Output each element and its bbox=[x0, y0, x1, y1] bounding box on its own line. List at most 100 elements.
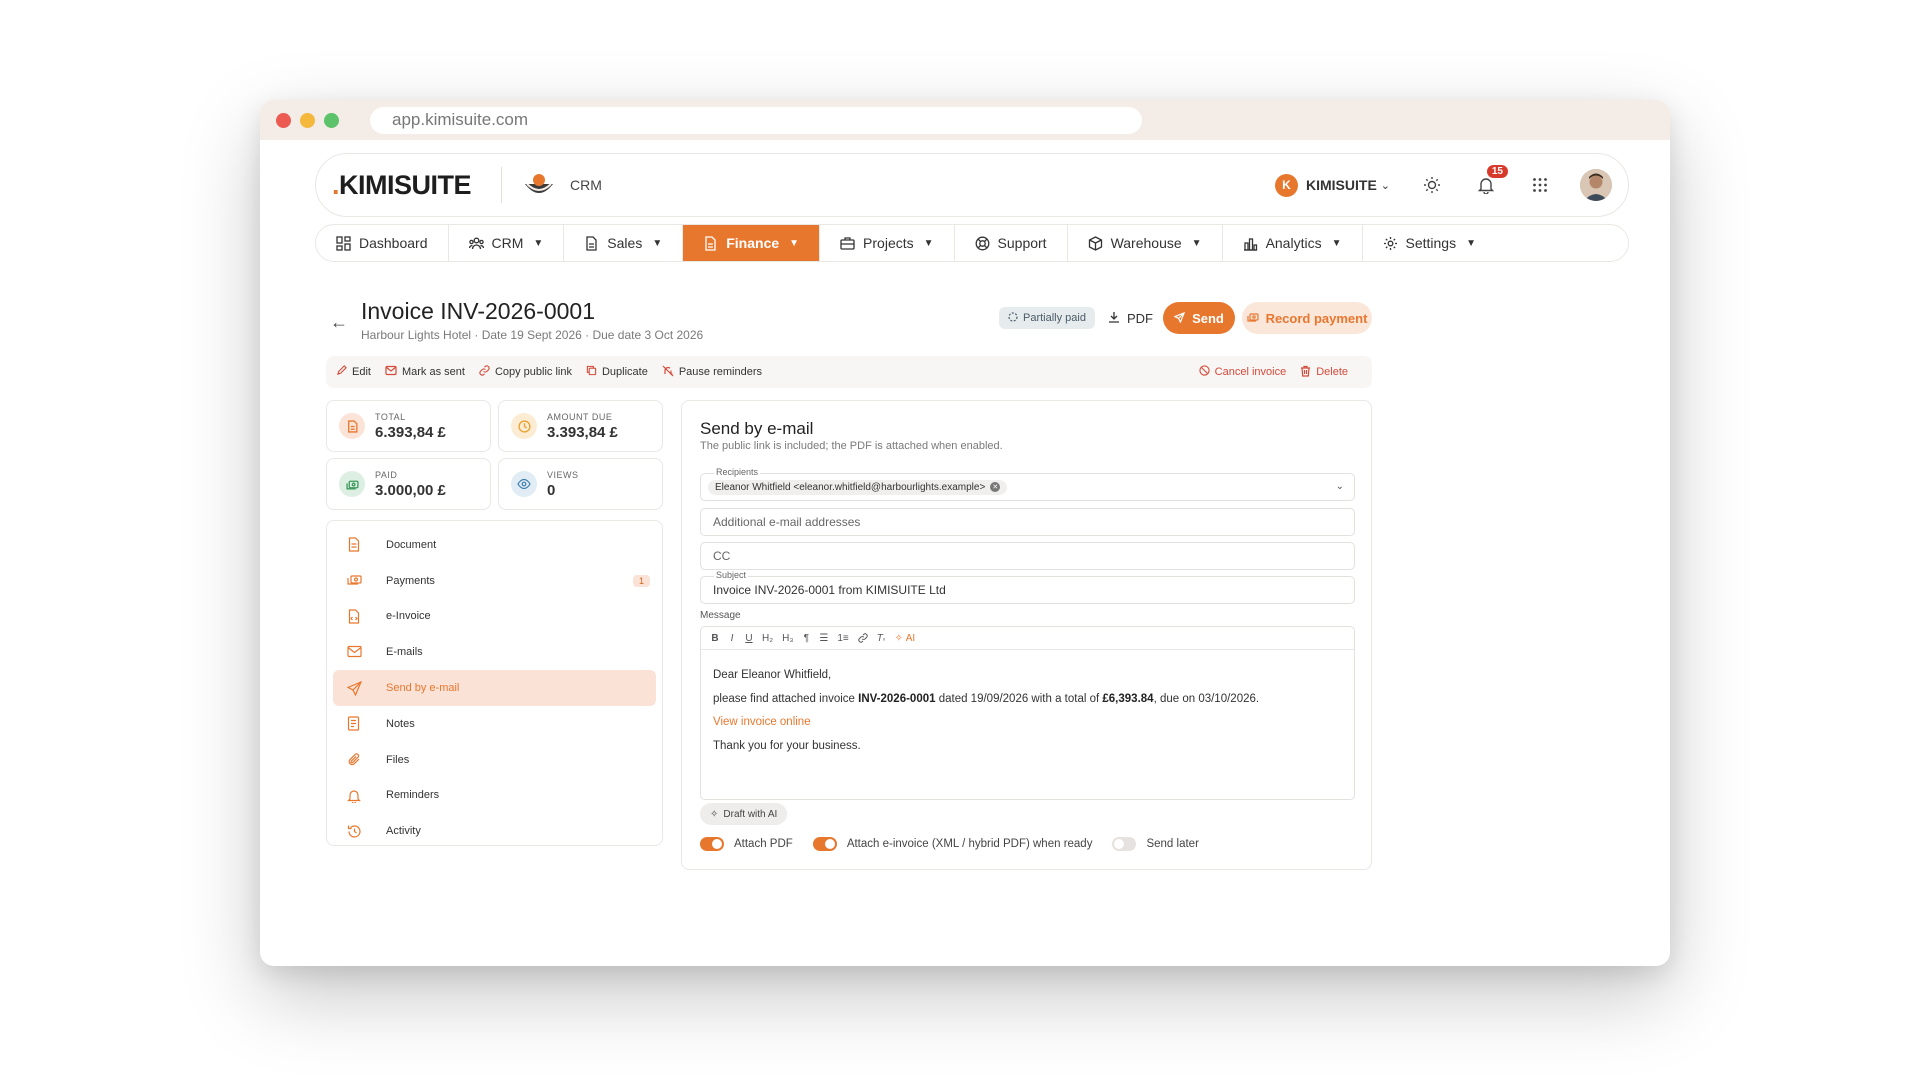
additional-emails-input[interactable]: Additional e-mail addresses bbox=[700, 508, 1355, 536]
duplicate-button[interactable]: Duplicate bbox=[586, 365, 648, 379]
side-item-activity[interactable]: Activity bbox=[333, 813, 656, 845]
side-item-payments[interactable]: Payments 1 bbox=[333, 563, 656, 599]
side-item-files[interactable]: Files bbox=[333, 742, 656, 778]
delete-button[interactable]: Delete bbox=[1300, 365, 1348, 380]
attach-e-invoice-toggle[interactable] bbox=[812, 837, 837, 851]
mail-icon bbox=[385, 365, 397, 379]
bold-button[interactable]: B bbox=[711, 633, 719, 644]
side-item-e-invoice[interactable]: e-Invoice bbox=[333, 599, 656, 635]
ai-assist-button[interactable]: ✧ AI bbox=[895, 633, 916, 644]
company-name: KIMISUITE bbox=[1306, 177, 1377, 193]
crm-module-logo-icon[interactable] bbox=[522, 168, 556, 202]
stat-label: TOTAL bbox=[375, 411, 406, 422]
send-email-panel: Send by e-mail The public link is includ… bbox=[681, 400, 1372, 870]
nav-label: CRM bbox=[491, 235, 524, 251]
back-arrow-icon[interactable]: ← bbox=[330, 312, 348, 333]
attachment-toggles: Attach PDF Attach e-invoice (XML / hybri… bbox=[700, 837, 1211, 851]
underline-button[interactable]: U bbox=[745, 633, 753, 644]
page-subtitle: Harbour Lights Hotel · Date 19 Sept 2026… bbox=[361, 328, 704, 342]
payments-count-badge: 1 bbox=[632, 574, 650, 587]
pause-reminders-button[interactable]: Pause reminders bbox=[662, 365, 762, 380]
edit-button[interactable]: Edit bbox=[336, 365, 371, 379]
chevron-down-icon: ▼ bbox=[1191, 237, 1202, 249]
theme-toggle-sun-icon[interactable] bbox=[1420, 173, 1444, 197]
cc-input[interactable]: CC bbox=[700, 542, 1355, 570]
recipient-chip: Eleanor Whitfield <eleanor.whitfield@har… bbox=[708, 479, 1008, 495]
nav-sales[interactable]: Sales ▼ bbox=[564, 225, 684, 261]
side-item-notes[interactable]: Notes bbox=[333, 706, 656, 742]
field-label: Recipients bbox=[714, 467, 761, 477]
stat-label: PAID bbox=[375, 469, 398, 480]
company-switcher[interactable]: K KIMISUITE ⌄ bbox=[1275, 173, 1390, 197]
sparkle-icon: ✧ bbox=[710, 808, 719, 820]
cancel-invoice-button[interactable]: Cancel invoice bbox=[1199, 365, 1286, 379]
insert-link-icon[interactable] bbox=[858, 633, 868, 643]
nav-analytics[interactable]: Analytics ▼ bbox=[1223, 225, 1363, 261]
editor-toolbar: B I U H₂ H₃ ¶ ☰ 1≡ Tₓ ✧ AI bbox=[701, 627, 1354, 650]
sparkle-icon: ✧ bbox=[894, 632, 903, 644]
nav-settings[interactable]: Settings ▼ bbox=[1363, 225, 1497, 261]
copy-public-link-button[interactable]: Copy public link bbox=[479, 365, 572, 379]
paragraph-button[interactable]: ¶ bbox=[802, 633, 810, 644]
browser-window: app.kimisuite.com .KIMISUITE CRM K KIMIS… bbox=[260, 100, 1670, 966]
stat-label: AMOUNT DUE bbox=[547, 411, 613, 422]
nav-warehouse[interactable]: Warehouse ▼ bbox=[1068, 225, 1223, 261]
stat-value: 3.000,00 £ bbox=[375, 481, 446, 499]
minimize-window-button[interactable] bbox=[300, 112, 315, 128]
message-editor[interactable]: B I U H₂ H₃ ¶ ☰ 1≡ Tₓ ✧ AI Dear Eleanor … bbox=[700, 626, 1355, 800]
clock-icon bbox=[511, 413, 537, 439]
side-item-document[interactable]: Document bbox=[333, 527, 656, 563]
close-window-button[interactable] bbox=[276, 112, 291, 128]
maximize-window-button[interactable] bbox=[324, 112, 339, 128]
view-invoice-online-link[interactable]: View invoice online bbox=[713, 711, 1342, 735]
invoice-side-menu: Document Payments 1 e-Invoice E-mails Se… bbox=[326, 520, 663, 846]
download-pdf-button[interactable]: PDF bbox=[1108, 306, 1153, 330]
nav-dashboard[interactable]: Dashboard bbox=[316, 225, 449, 261]
message-line: please find attached invoice INV-2026-00… bbox=[713, 692, 1260, 705]
side-item-reminders[interactable]: Reminders bbox=[333, 778, 656, 814]
nav-crm[interactable]: CRM ▼ bbox=[449, 225, 565, 261]
record-payment-button[interactable]: Record payment bbox=[1242, 302, 1372, 334]
chevron-down-icon: ▼ bbox=[652, 237, 663, 249]
mark-as-sent-button[interactable]: Mark as sent bbox=[385, 365, 465, 379]
bullet-list-button[interactable]: ☰ bbox=[819, 633, 828, 644]
page-title: Invoice INV-2026-0001 bbox=[361, 298, 595, 324]
ban-icon bbox=[1199, 365, 1210, 379]
nav-projects[interactable]: Projects ▼ bbox=[820, 225, 955, 261]
chevron-down-icon: ▼ bbox=[923, 237, 934, 249]
send-button[interactable]: Send bbox=[1163, 302, 1235, 334]
draft-with-ai-button[interactable]: ✧ Draft with AI bbox=[700, 803, 788, 825]
apps-grid-icon[interactable] bbox=[1528, 173, 1552, 197]
chevron-down-icon: ▼ bbox=[533, 237, 544, 249]
user-avatar[interactable] bbox=[1580, 169, 1612, 201]
italic-button[interactable]: I bbox=[728, 633, 736, 644]
stat-card-total: TOTAL 6.393,84 £ bbox=[326, 400, 491, 452]
invoice-action-bar: Edit Mark as sent Copy public link Dupli… bbox=[326, 356, 1372, 388]
address-bar[interactable]: app.kimisuite.com bbox=[370, 106, 1142, 134]
subject-input[interactable]: Subject Invoice INV-2026-0001 from KIMIS… bbox=[700, 570, 1355, 604]
nav-finance[interactable]: Finance ▼ bbox=[683, 225, 821, 261]
nav-label: Sales bbox=[607, 235, 643, 251]
stat-value: 6.393,84 £ bbox=[375, 423, 446, 441]
attach-pdf-toggle[interactable] bbox=[700, 837, 724, 851]
cash-icon bbox=[347, 573, 362, 588]
message-body[interactable]: Dear Eleanor Whitfield, please find atta… bbox=[701, 650, 1354, 772]
numbered-list-button[interactable]: 1≡ bbox=[837, 633, 848, 644]
app-logo[interactable]: .KIMISUITE bbox=[332, 170, 472, 201]
side-item-send-by-email[interactable]: Send by e-mail bbox=[333, 670, 656, 706]
clear-format-button[interactable]: Tₓ bbox=[877, 633, 886, 644]
nav-label: Projects bbox=[863, 235, 914, 251]
side-item-e-mails[interactable]: E-mails bbox=[333, 634, 656, 670]
main-navigation: Dashboard CRM ▼ Sales ▼ Finance ▼ Projec… bbox=[315, 224, 1629, 262]
remove-recipient-icon[interactable]: ✕ bbox=[990, 482, 1001, 492]
recipients-select[interactable]: Recipients Eleanor Whitfield <eleanor.wh… bbox=[700, 467, 1355, 501]
gear-icon bbox=[1383, 236, 1398, 251]
chevron-down-icon[interactable]: ⌄ bbox=[1336, 481, 1344, 492]
notifications-bell-icon[interactable]: 15 bbox=[1474, 165, 1508, 197]
heading-3-button[interactable]: H₃ bbox=[782, 633, 793, 644]
send-later-toggle[interactable] bbox=[1112, 837, 1137, 851]
toggle-label: Attach PDF bbox=[734, 838, 793, 850]
eye-icon bbox=[511, 471, 537, 497]
nav-support[interactable]: Support bbox=[955, 225, 1068, 261]
heading-2-button[interactable]: H₂ bbox=[762, 633, 773, 644]
